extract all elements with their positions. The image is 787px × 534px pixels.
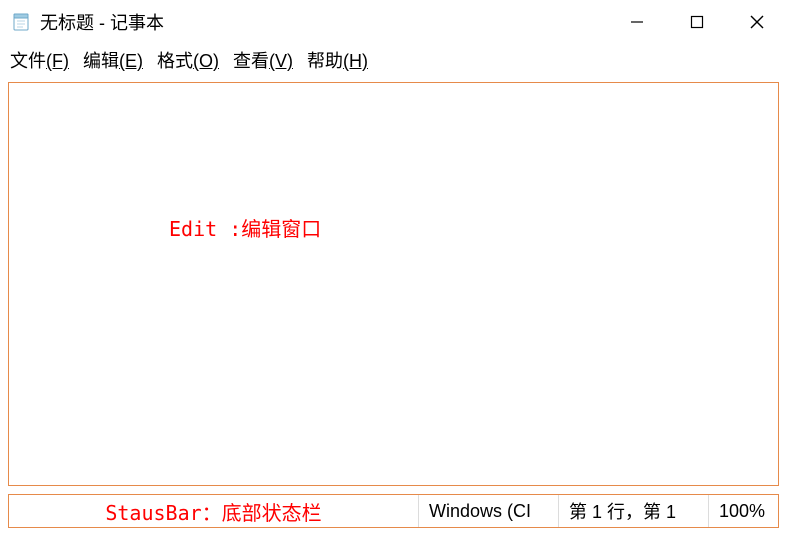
- statusbar: StausBar：底部状态栏 Windows (CI 第 1 行，第 1 100…: [8, 494, 779, 528]
- edit-annotation-label: Edit :编辑窗口: [169, 213, 321, 242]
- maximize-button[interactable]: [667, 0, 727, 44]
- window-title: 无标题 - 记事本: [40, 9, 607, 35]
- edit-area-wrapper: Edit :编辑窗口: [0, 76, 787, 494]
- menu-edit[interactable]: 编辑(E): [83, 47, 143, 73]
- menu-file[interactable]: 文件(F): [10, 47, 69, 73]
- menu-help[interactable]: 帮助(H): [307, 47, 368, 73]
- status-encoding: Windows (CI: [418, 495, 558, 527]
- minimize-button[interactable]: [607, 0, 667, 44]
- notepad-icon: [10, 11, 32, 33]
- menu-view[interactable]: 查看(V): [233, 47, 293, 73]
- menu-format[interactable]: 格式(O): [157, 47, 219, 73]
- window-controls: [607, 0, 787, 44]
- titlebar: 无标题 - 记事本: [0, 0, 787, 44]
- status-zoom: 100%: [708, 495, 778, 527]
- close-button[interactable]: [727, 0, 787, 44]
- statusbar-annotation-cell: StausBar：底部状态栏: [9, 495, 418, 527]
- text-edit-area[interactable]: Edit :编辑窗口: [8, 82, 779, 486]
- statusbar-annotation-label: StausBar：底部状态栏: [105, 497, 321, 526]
- notepad-window: 无标题 - 记事本 文件(F) 编辑(E) 格式(O) 查看(V) 帮助(H) …: [0, 0, 787, 534]
- menubar: 文件(F) 编辑(E) 格式(O) 查看(V) 帮助(H): [0, 44, 787, 76]
- status-line-col: 第 1 行，第 1: [558, 495, 708, 527]
